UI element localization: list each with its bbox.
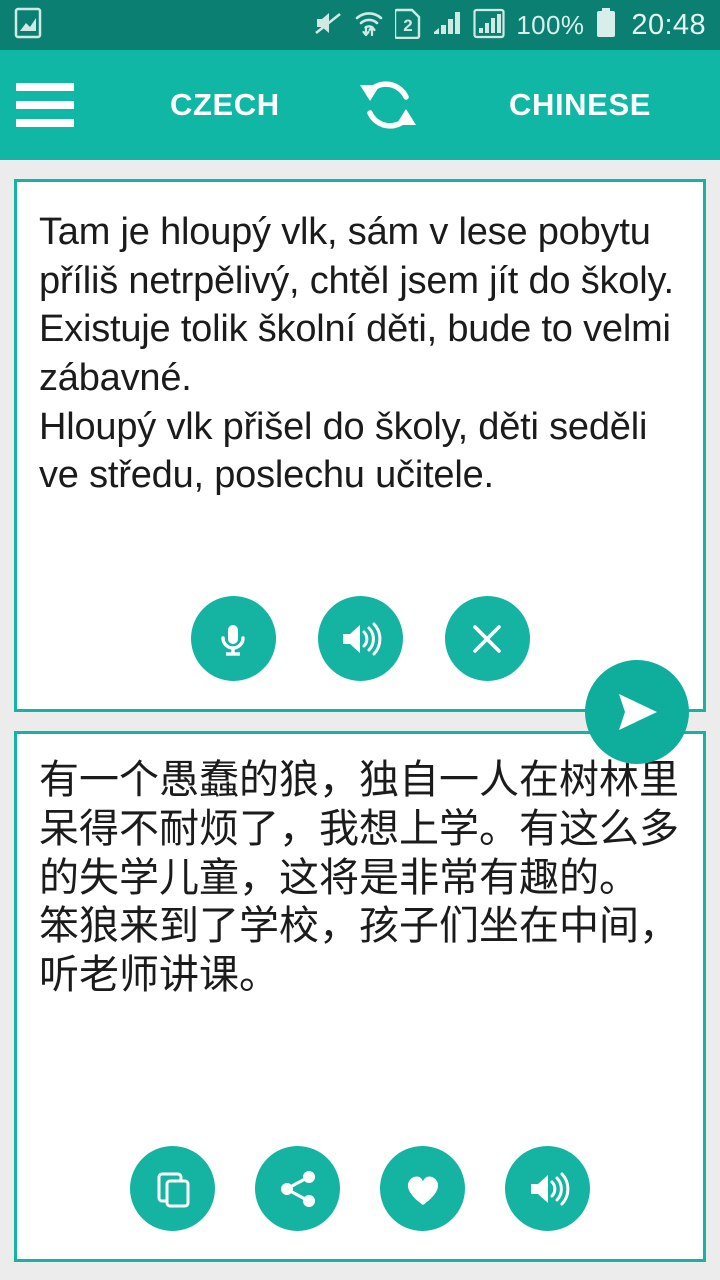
source-text[interactable]: Tam je hloupý vlk, sám v lese pobytu pří… xyxy=(17,182,703,500)
wifi-transfer-icon xyxy=(354,8,384,43)
target-actions xyxy=(17,1146,703,1231)
microphone-button[interactable] xyxy=(190,596,276,681)
battery-percent-label: 100% xyxy=(516,10,585,40)
signal-bars-boxed-icon xyxy=(473,7,505,44)
source-text-card[interactable]: Tam je hloupý vlk, sám v lese pobytu pří… xyxy=(14,179,706,712)
target-text: 有一个愚蠢的狼，独自一人在树林里呆得不耐烦了，我想上学。有这么多的失学儿童，这将… xyxy=(39,758,679,998)
source-actions xyxy=(17,596,703,681)
signal-bars-icon xyxy=(432,8,462,43)
menu-bar-3 xyxy=(16,119,74,127)
mute-icon xyxy=(313,8,343,43)
speak-target-button[interactable] xyxy=(505,1146,590,1231)
clear-button[interactable] xyxy=(444,596,530,681)
speak-source-button[interactable] xyxy=(317,596,403,681)
sim2-icon: 2 xyxy=(394,7,421,44)
copy-button[interactable] xyxy=(130,1146,215,1231)
send-button[interactable] xyxy=(585,660,689,764)
target-text-card[interactable]: 有一个愚蠢的狼，独自一人在树林里呆得不耐烦了，我想上学。有这么多的失学儿童，这将… xyxy=(14,731,706,1262)
target-language-button[interactable]: CHINESE xyxy=(509,87,651,123)
status-bar-right: 2 100% 20:48 xyxy=(313,7,706,44)
app-bar: CZECH CHINESE xyxy=(0,50,720,160)
share-button[interactable] xyxy=(255,1146,340,1231)
favorite-button[interactable] xyxy=(380,1146,465,1231)
status-bar-clock: 20:48 xyxy=(631,8,706,41)
status-bar: 2 100% 20:48 xyxy=(0,0,720,50)
menu-bar-2 xyxy=(16,101,74,109)
menu-icon[interactable] xyxy=(16,83,90,127)
status-bar-left xyxy=(14,7,42,44)
translation-content: Tam je hloupý vlk, sám v lese pobytu pří… xyxy=(0,160,720,1280)
screenshot-icon xyxy=(14,7,42,44)
menu-bar-1 xyxy=(16,83,74,91)
battery-icon xyxy=(595,7,617,44)
svg-text:2: 2 xyxy=(404,16,413,35)
source-language-button[interactable]: CZECH xyxy=(170,87,280,123)
swap-languages-icon[interactable] xyxy=(350,67,426,143)
